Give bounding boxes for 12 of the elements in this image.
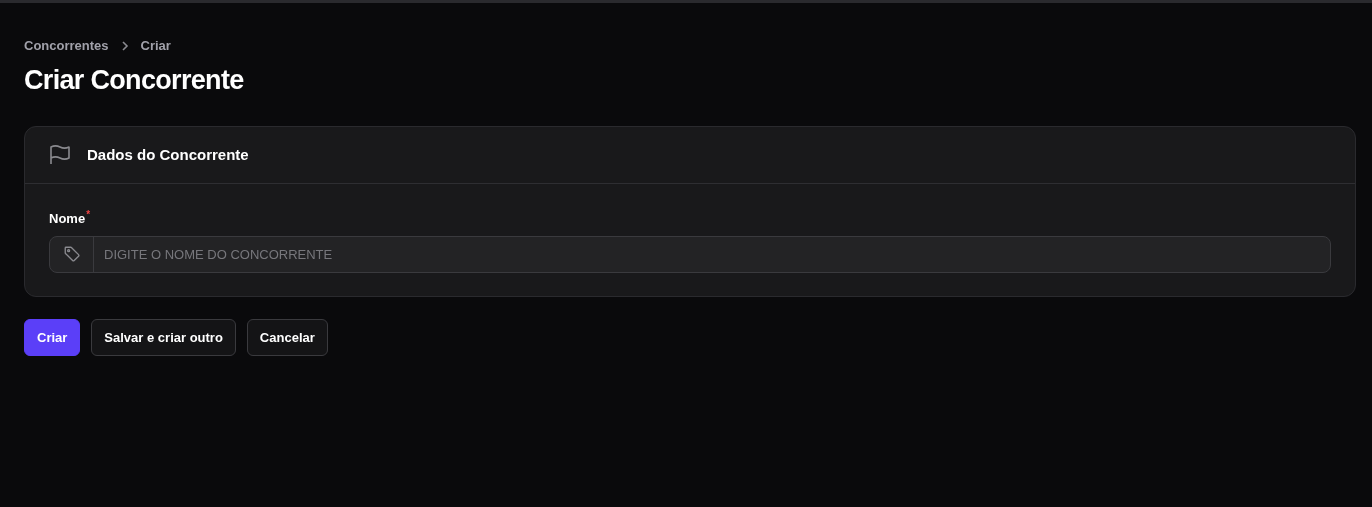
breadcrumb-link[interactable]: Criar [140, 36, 171, 56]
tag-icon [62, 245, 81, 264]
breadcrumb-link[interactable]: Concorrentes [24, 36, 109, 56]
action-button[interactable]: Cancelar [246, 318, 328, 356]
create-button[interactable]: Criar [24, 318, 81, 356]
required-asterisk: * [86, 209, 91, 221]
page-title: Criar Concorrente [24, 63, 245, 97]
field-label: Nome$^{*}$ [49, 209, 91, 229]
section-title: Dados do Concorrente [87, 145, 249, 165]
flag-icon [49, 145, 71, 166]
chevron-right-icon [120, 40, 129, 51]
action-button[interactable]: Salvar e criar outro [91, 318, 236, 356]
